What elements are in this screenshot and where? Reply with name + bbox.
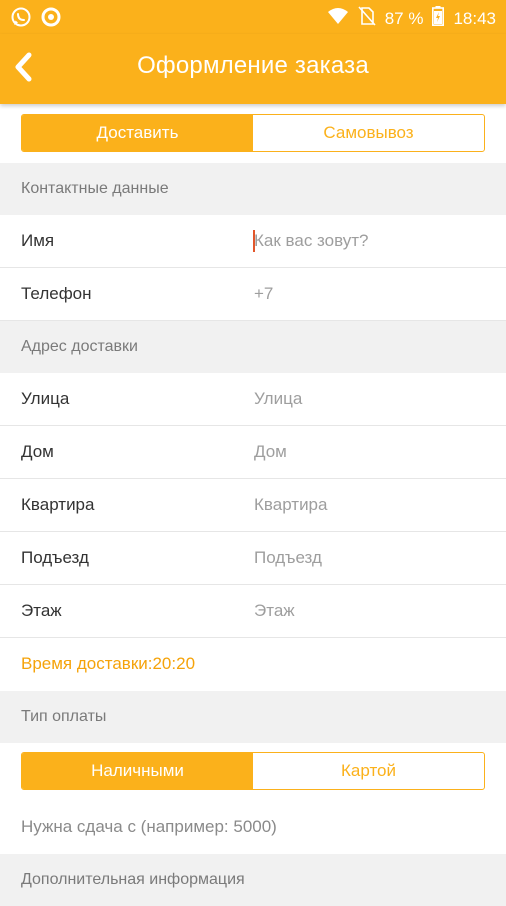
- section-header-address: Адрес доставки: [0, 321, 506, 373]
- entrance-row: Подъезд: [0, 532, 506, 585]
- tab-card[interactable]: Картой: [253, 753, 484, 789]
- section-header-additional: Дополнительная информация: [0, 854, 506, 906]
- wifi-icon: [327, 7, 349, 30]
- floor-input[interactable]: [254, 585, 494, 637]
- apartment-input[interactable]: [254, 479, 494, 531]
- status-time: 18:43: [453, 8, 496, 28]
- notification-circle-icon: [40, 6, 62, 33]
- payment-type-toggle: Наличными Картой: [21, 752, 485, 790]
- status-left-icons: [10, 6, 62, 33]
- house-row: Дом: [0, 426, 506, 479]
- text-cursor: [253, 230, 255, 252]
- battery-percent: 87 %: [384, 8, 424, 28]
- apartment-row: Квартира: [0, 479, 506, 532]
- status-right-icons: 87 % 18:43: [327, 6, 496, 31]
- entrance-label: Подъезд: [21, 548, 89, 567]
- phone-row: Телефон: [0, 268, 506, 321]
- whatsapp-icon: [10, 6, 32, 33]
- floor-row: Этаж: [0, 585, 506, 638]
- street-row: Улица: [0, 373, 506, 426]
- name-label: Имя: [21, 231, 55, 250]
- battery-icon: [432, 6, 445, 31]
- section-header-contacts: Контактные данные: [0, 163, 506, 215]
- house-input[interactable]: [254, 426, 494, 478]
- name-input[interactable]: [254, 215, 494, 267]
- app-toolbar: Оформление заказа: [0, 34, 506, 104]
- delivery-time-selector[interactable]: Время доставки:20:20: [0, 638, 506, 691]
- street-label: Улица: [21, 389, 70, 408]
- no-sim-icon: [358, 6, 376, 31]
- street-input[interactable]: [254, 373, 494, 425]
- apartment-label: Квартира: [21, 495, 95, 514]
- entrance-input[interactable]: [254, 532, 494, 584]
- status-bar: 87 % 18:43: [0, 0, 506, 34]
- phone-label: Телефон: [21, 284, 92, 303]
- page-title: Оформление заказа: [137, 52, 369, 79]
- delivery-type-toggle: Доставить Самовывоз: [21, 114, 485, 152]
- floor-label: Этаж: [21, 601, 62, 620]
- tab-cash[interactable]: Наличными: [22, 753, 253, 789]
- tab-pickup[interactable]: Самовывоз: [253, 115, 484, 151]
- tab-delivery[interactable]: Доставить: [22, 115, 253, 151]
- house-label: Дом: [21, 442, 54, 461]
- section-header-payment: Тип оплаты: [0, 691, 506, 743]
- change-amount-field[interactable]: Нужна сдача с (например: 5000): [0, 801, 506, 854]
- phone-input[interactable]: [254, 268, 494, 320]
